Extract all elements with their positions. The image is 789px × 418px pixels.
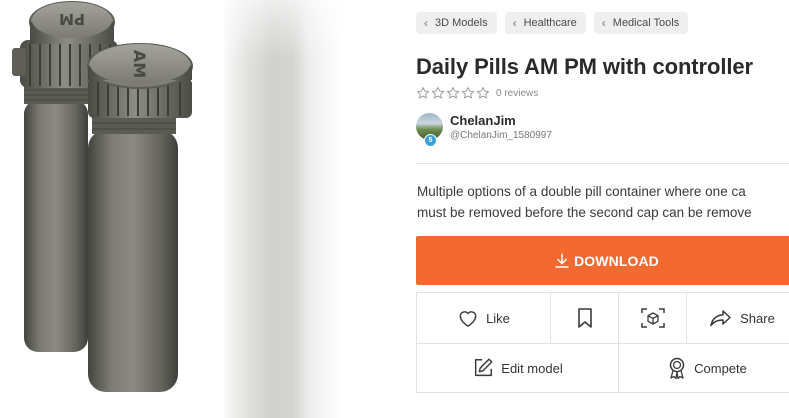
pill-bottles-render: PM AM [12,1,193,392]
description-line: Multiple options of a double pill contai… [417,184,746,199]
model-details-panel: ‹ 3D Models ‹ Healthcare ‹ Medical Tools… [416,0,789,418]
3d-view-icon [640,308,665,328]
star-outline-icon [461,86,475,99]
like-button[interactable]: Like [417,293,550,343]
share-label: Share [740,310,775,326]
bookmark-icon [577,308,592,328]
am-bottle: AM [87,43,193,392]
chevron-left-icon: ‹ [512,16,517,30]
download-button[interactable]: DOWNLOAD [416,236,789,285]
chevron-left-icon: ‹ [601,16,606,30]
model-main-image[interactable]: PM AM [0,0,226,418]
rating-stars[interactable] [416,86,490,100]
model-title: Daily Pills AM PM with controller [416,54,753,79]
share-icon [710,310,731,327]
breadcrumb-label: Medical Tools [612,17,680,29]
star-outline-icon [416,86,430,99]
star-outline-icon [446,86,460,99]
divider [416,163,789,164]
edit-model-label: Edit model [501,360,563,376]
bookmark-button[interactable] [551,293,618,343]
heart-icon [459,311,477,327]
breadcrumb-healthcare[interactable]: ‹ Healthcare [504,12,586,34]
author-handle: @ChelanJim_1580997 [450,130,552,141]
compete-label: Compete [694,360,747,376]
chevron-left-icon: ‹ [424,16,428,30]
breadcrumb-3d-models[interactable]: ‹ 3D Models [416,12,497,34]
ar-view-button[interactable] [619,293,686,343]
download-label: DOWNLOAD [574,252,659,269]
am-cap-label: AM [130,50,149,78]
description-line: must be removed before the second cap ca… [417,205,752,220]
breadcrumb-label: Healthcare [523,17,577,29]
action-grid: Like Share Edit model Compete [416,292,789,393]
download-icon [555,253,569,268]
breadcrumb: ‹ 3D Models ‹ Healthcare ‹ Medical Tools [416,12,689,34]
breadcrumb-medical-tools[interactable]: ‹ Medical Tools [593,12,689,34]
level-badge: 5 [424,134,437,147]
star-outline-icon [476,86,490,99]
award-icon [669,357,685,380]
rating-row[interactable]: 0 reviews [416,86,538,100]
like-label: Like [486,310,510,326]
next-image-preview[interactable] [224,0,416,418]
edit-model-button[interactable]: Edit model [417,344,618,392]
author-name[interactable]: ChelanJim [450,113,552,128]
star-outline-icon [431,86,445,99]
breadcrumb-label: 3D Models [435,17,488,29]
pm-cap-label: PM [59,10,85,28]
model-image-gallery[interactable]: PM AM [0,0,416,418]
compete-button[interactable]: Compete [619,344,789,392]
reviews-count[interactable]: 0 reviews [496,88,538,99]
share-button[interactable]: Share [687,293,789,343]
edit-icon [475,358,493,377]
model-description: Multiple options of a double pill contai… [417,181,789,223]
